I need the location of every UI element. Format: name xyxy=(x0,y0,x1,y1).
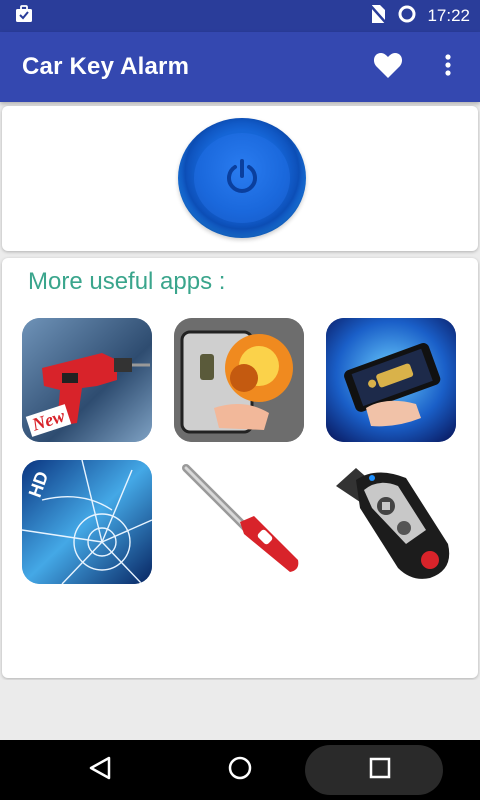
status-right: 17:22 xyxy=(369,3,470,29)
recents-button[interactable] xyxy=(350,740,410,800)
grenade-app-icon xyxy=(174,318,304,442)
more-vert-icon xyxy=(444,53,452,82)
screen: 17:22 Car Key Alarm More useful apps: N… xyxy=(0,0,480,800)
power-icon xyxy=(222,156,262,201)
back-icon xyxy=(87,755,113,786)
app-tile-flashlight[interactable] xyxy=(326,318,456,442)
app-title: Car Key Alarm xyxy=(22,53,190,80)
overflow-menu-button[interactable] xyxy=(432,51,464,83)
broken-glass-app-icon xyxy=(22,460,152,584)
status-bar: 17:22 xyxy=(0,0,480,32)
power-card xyxy=(2,106,478,251)
app-tile-drill[interactable]: New xyxy=(22,318,152,442)
power-button-inner xyxy=(194,133,290,223)
navigation-bar xyxy=(0,740,480,800)
alarm-power-button[interactable] xyxy=(178,118,306,238)
lighter-app-icon xyxy=(174,460,304,584)
favorite-button[interactable] xyxy=(372,51,404,83)
flashlight-phone-app-icon xyxy=(326,318,456,442)
back-button[interactable] xyxy=(70,740,130,800)
app-tile-lighter[interactable] xyxy=(174,460,304,584)
home-button[interactable] xyxy=(210,740,270,800)
status-left xyxy=(14,4,34,29)
car-key-remote-app-icon xyxy=(326,460,456,584)
app-tile-grenade[interactable] xyxy=(174,318,304,442)
bottom-filler xyxy=(0,680,480,740)
no-sim-icon xyxy=(369,3,388,29)
heart-icon xyxy=(373,51,403,84)
more-apps-heading: More useful apps : xyxy=(28,268,226,295)
sync-circle-icon xyxy=(397,4,417,29)
home-icon xyxy=(227,755,253,786)
status-time: 17:22 xyxy=(427,6,470,25)
app-tile-car-key[interactable] xyxy=(326,460,456,584)
briefcase-check-icon xyxy=(14,4,34,29)
recents-icon xyxy=(368,756,392,785)
more-apps-card: More useful apps : New HD xyxy=(2,258,478,678)
app-bar: Car Key Alarm xyxy=(0,32,480,102)
app-bar-actions xyxy=(372,51,464,83)
app-tile-broken-glass[interactable]: HD xyxy=(22,460,152,584)
